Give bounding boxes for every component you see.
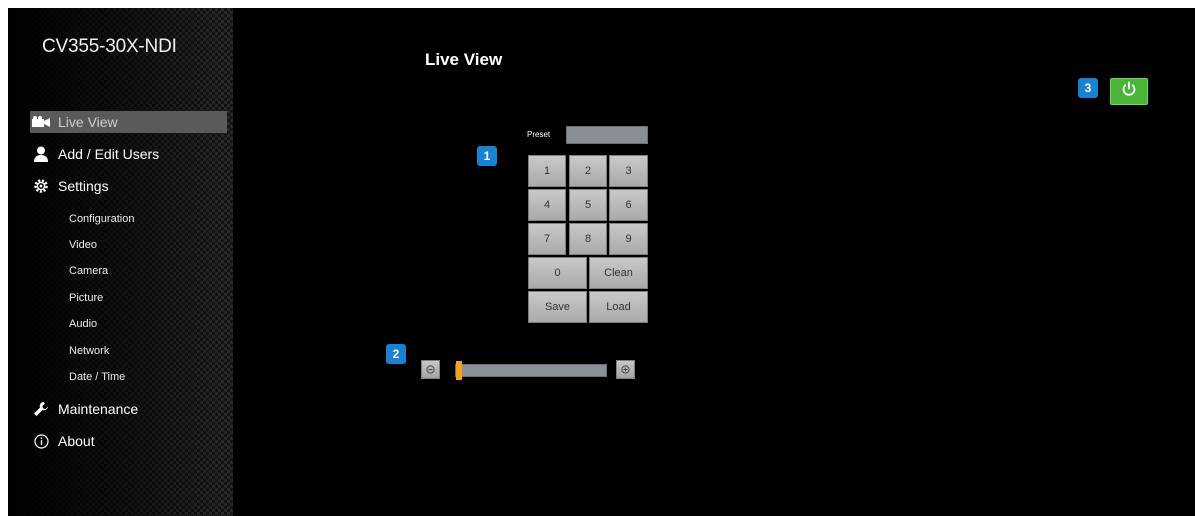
keypad-key-7[interactable]: 7 — [528, 223, 566, 255]
video-camera-icon — [30, 113, 52, 131]
power-icon — [1121, 81, 1137, 102]
clean-button[interactable]: Clean — [589, 257, 648, 289]
zoom-slider-track[interactable] — [455, 364, 607, 377]
sidebar-subitem-date-time[interactable]: Date / Time — [69, 371, 125, 383]
sidebar-item-label: About — [58, 433, 95, 449]
preset-label: Preset — [527, 130, 551, 139]
sidebar-subitem-camera[interactable]: Camera — [69, 265, 108, 277]
keypad-key-4[interactable]: 4 — [528, 189, 566, 221]
save-preset-button[interactable]: Save — [528, 291, 587, 323]
wrench-icon — [30, 400, 52, 418]
callout-badge-1: 1 — [477, 146, 497, 166]
sidebar-item-label: Maintenance — [58, 401, 139, 417]
power-button[interactable] — [1110, 78, 1148, 105]
keypad-key-2[interactable]: 2 — [569, 155, 607, 187]
sidebar-item-label: Settings — [58, 178, 109, 194]
keypad-key-6[interactable]: 6 — [609, 189, 648, 221]
sidebar-subitem-configuration[interactable]: Configuration — [69, 213, 134, 225]
preset-number-input[interactable] — [566, 126, 648, 144]
sidebar-item-add-edit-users[interactable]: Add / Edit Users — [30, 143, 227, 165]
gear-icon — [30, 177, 52, 195]
sidebar-subitem-audio[interactable]: Audio — [69, 318, 97, 330]
sidebar-item-label: Add / Edit Users — [58, 146, 160, 162]
keypad-key-5[interactable]: 5 — [569, 189, 607, 221]
user-icon — [30, 145, 52, 163]
zoom-out-icon — [426, 361, 435, 379]
zoom-out-button[interactable] — [421, 360, 440, 379]
zoom-in-icon — [621, 361, 630, 379]
keypad-key-9[interactable]: 9 — [609, 223, 648, 255]
sidebar-subitem-video[interactable]: Video — [69, 239, 97, 251]
keypad-key-0[interactable]: 0 — [528, 257, 587, 289]
load-preset-button[interactable]: Load — [589, 291, 648, 323]
info-icon — [30, 432, 52, 450]
zoom-in-button[interactable] — [616, 360, 635, 379]
page-title: Live View — [425, 50, 503, 69]
zoom-slider-thumb[interactable] — [456, 361, 462, 380]
sidebar-item-about[interactable]: About — [30, 430, 227, 452]
keypad-key-3[interactable]: 3 — [609, 155, 648, 187]
sidebar-subitem-picture[interactable]: Picture — [69, 292, 103, 304]
device-name: CV355-30X-NDI — [42, 36, 177, 57]
callout-badge-3: 3 — [1078, 78, 1098, 98]
callout-badge-2: 2 — [386, 344, 406, 364]
keypad-key-1[interactable]: 1 — [528, 155, 566, 187]
sidebar-subitem-network[interactable]: Network — [69, 345, 109, 357]
sidebar-item-label: Live View — [58, 114, 118, 130]
sidebar-item-live-view[interactable]: Live View — [30, 111, 227, 133]
sidebar-item-settings[interactable]: Settings — [30, 175, 227, 197]
sidebar-item-maintenance[interactable]: Maintenance — [30, 398, 227, 420]
keypad-key-8[interactable]: 8 — [569, 223, 607, 255]
